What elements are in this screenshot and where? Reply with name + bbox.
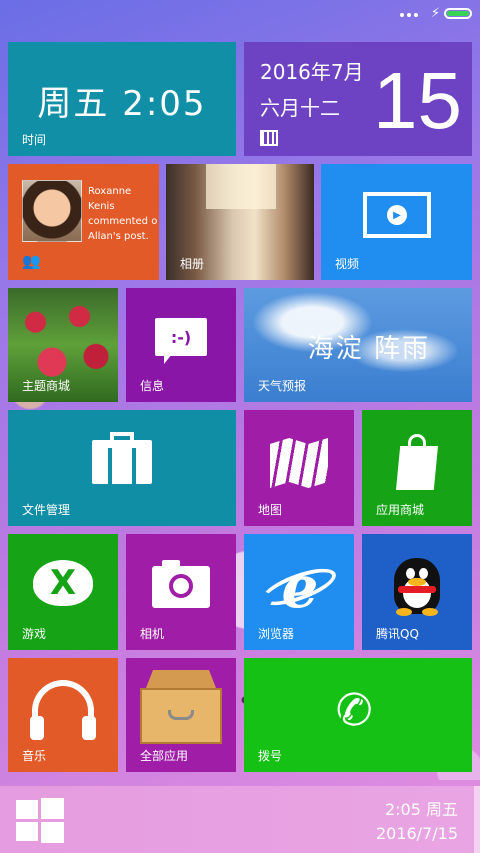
clock-label: 时间 [22, 133, 47, 147]
camera-label: 相机 [140, 627, 165, 641]
phone-icon: ✆ [331, 681, 377, 739]
music-label: 音乐 [22, 749, 47, 763]
camera-tile[interactable]: 相机 [126, 534, 236, 650]
calendar-icon [260, 130, 278, 146]
charging-icon: ⚡ [430, 6, 440, 21]
clock-text: 周五 2:05 [37, 84, 207, 124]
video-tile[interactable]: ▶ 视频 [321, 164, 472, 280]
headphones-cup-icon [30, 716, 44, 740]
people-icon: 👥 [22, 252, 41, 270]
message-tail-icon [164, 354, 172, 364]
maps-tile[interactable]: 地图 [244, 410, 354, 526]
album-label: 相册 [180, 257, 205, 271]
windows-start-button[interactable] [16, 798, 64, 843]
people-notification: Roxanne Kenis commented o Allan's post. [88, 186, 158, 242]
messages-label: 信息 [140, 379, 165, 393]
clock-tile[interactable]: 周五 2:05 时间 [8, 42, 236, 156]
messages-tile[interactable]: :-) 信息 [126, 288, 236, 402]
briefcase-strap-icon [132, 448, 136, 484]
briefcase-icon [92, 440, 152, 484]
all-apps-tile[interactable]: 全部应用 [126, 658, 236, 772]
dialer-tile[interactable]: ✆ 拨号 [244, 658, 472, 772]
music-tile[interactable]: 音乐 [8, 658, 118, 772]
qq-penguin-icon [394, 558, 440, 616]
dialer-label: 拨号 [258, 749, 283, 763]
album-photo [206, 164, 276, 209]
maps-label: 地图 [258, 503, 283, 517]
date-day: 15 [373, 56, 462, 145]
message-icon: :-) [155, 318, 207, 356]
taskbar-edge [474, 786, 480, 853]
games-tile[interactable]: X 游戏 [8, 534, 118, 650]
avatar [22, 180, 82, 242]
date-year-month: 2016年7月 [260, 60, 364, 84]
date-lunar: 六月十二 [260, 96, 340, 120]
camera-lens-icon [169, 574, 193, 598]
taskbar-time: 2:05 周五 [384, 800, 458, 819]
app-store-tile[interactable]: 应用商城 [362, 410, 472, 526]
browser-tile[interactable]: e 浏览器 [244, 534, 354, 650]
taskbar-date: 2016/7/15 [375, 824, 458, 843]
weather-text: 海淀 阵雨 [307, 334, 430, 364]
video-icon: ▶ [363, 192, 431, 238]
briefcase-strap-icon [108, 448, 112, 484]
qq-tile[interactable]: 腾讯QQ [362, 534, 472, 650]
calendar-tile[interactable]: 2016年7月 六月十二 15 [244, 42, 472, 156]
browser-label: 浏览器 [258, 627, 295, 641]
shopping-bag-icon [396, 446, 438, 490]
all-apps-label: 全部应用 [140, 749, 189, 763]
video-label: 视频 [335, 257, 360, 271]
weather-label: 天气预报 [258, 379, 307, 393]
theme-store-label: 主题商城 [22, 379, 71, 393]
album-tile[interactable]: 相册 [166, 164, 314, 280]
headphones-cup-icon [82, 716, 96, 740]
taskbar: 2:05 周五 2016/7/15 [0, 786, 480, 853]
file-manager-label: 文件管理 [22, 503, 71, 517]
weather-tile[interactable]: 海淀 阵雨 天气预报 [244, 288, 472, 402]
qq-label: 腾讯QQ [376, 627, 419, 641]
xbox-icon: X [33, 560, 93, 606]
theme-store-tile[interactable]: 主题商城 [8, 288, 118, 402]
signal-icon [400, 13, 418, 17]
battery-icon [444, 8, 472, 19]
status-bar: ⚡ [0, 0, 480, 30]
play-icon: ▶ [387, 205, 407, 225]
people-tile[interactable]: Roxanne Kenis commented o Allan's post. … [8, 164, 159, 280]
app-store-label: 应用商城 [376, 503, 425, 517]
file-manager-tile[interactable]: 文件管理 [8, 410, 236, 526]
map-icon [270, 438, 328, 488]
drawer-icon [140, 670, 222, 744]
games-label: 游戏 [22, 627, 47, 641]
